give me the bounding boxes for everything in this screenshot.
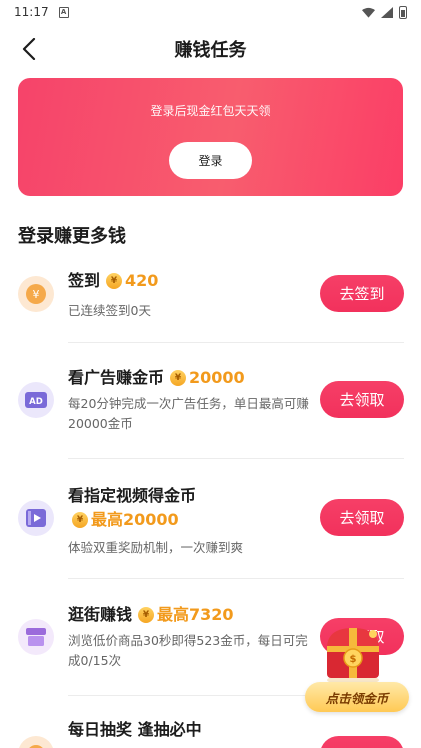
task-desc: 已连续签到0天 <box>68 303 151 318</box>
login-banner: 登录后现金红包天天领 登录 <box>18 78 403 196</box>
float-label: 点击领金币 <box>305 682 409 712</box>
header: 赚钱任务 <box>0 24 421 74</box>
task-icon-bg <box>18 500 54 536</box>
divider <box>68 578 404 579</box>
login-button[interactable]: 登录 <box>169 142 252 179</box>
task-item-lottery: 每日抽奖 逢抽必中 <box>18 718 404 748</box>
task-reward: 20000 <box>189 368 245 387</box>
task-title: 签到 <box>68 271 101 290</box>
status-time: 11:17 <box>14 5 49 19</box>
wifi-icon <box>362 7 375 18</box>
task-icon-bg <box>18 619 54 655</box>
task-reward: 最高7320 <box>157 605 234 624</box>
section-title: 登录赚更多钱 <box>18 226 126 247</box>
signal-icon <box>381 6 393 18</box>
task-title: 看指定视频得金币 <box>68 486 197 505</box>
signin-button[interactable]: 去签到 <box>320 275 404 312</box>
task-desc: 浏览低价商品30秒即得523金币，每日可完成0/15次 <box>68 633 308 668</box>
yuan-coin-icon: ¥ <box>26 284 46 304</box>
page-title: 赚钱任务 <box>174 40 247 61</box>
coin-icon: ¥ <box>170 370 187 386</box>
treasure-chest-icon: $ <box>327 628 379 685</box>
task-reward: 最高20000 <box>91 510 179 529</box>
video-claim-button[interactable]: 去领取 <box>320 499 404 536</box>
chevron-left-icon <box>22 38 36 60</box>
ads-claim-button[interactable]: 去领取 <box>320 381 404 418</box>
banner-text: 登录后现金红包天天领 <box>150 104 271 118</box>
task-desc: 体验双重奖励机制，一次赚到爽 <box>68 540 244 555</box>
divider <box>68 342 404 343</box>
task-title: 看广告赚金币 <box>68 368 165 387</box>
svg-text:AD: AD <box>29 397 43 407</box>
svg-text:¥: ¥ <box>33 288 40 301</box>
task-item-ads: AD 看广告赚金币 ¥ 20000 每20分钟完成一次广告任务，单日最高可赚20… <box>18 366 404 446</box>
divider <box>68 458 404 459</box>
task-item-video: 看指定视频得金币 ¥ 最高20000 体验双重奖励机制，一次赚到爽 去领取 <box>18 484 404 564</box>
task-title: 每日抽奖 逢抽必中 <box>68 720 202 739</box>
ad-icon: AD <box>25 392 47 408</box>
lottery-icon <box>29 745 43 748</box>
back-button[interactable] <box>12 32 46 66</box>
coin-icon: ¥ <box>72 512 88 528</box>
float-claim-coins-button[interactable]: $ 点击领金币 <box>305 620 409 716</box>
lottery-button[interactable] <box>320 736 404 748</box>
svg-text:$: $ <box>350 654 357 665</box>
video-icon <box>26 509 46 527</box>
coin-icon: ¥ <box>106 273 123 289</box>
task-icon-bg: AD <box>18 382 54 418</box>
task-icon-bg <box>18 736 54 748</box>
task-item-signin: ¥ 签到 ¥ 420 已连续签到0天 去签到 <box>18 271 404 332</box>
task-title: 逛街赚钱 <box>68 605 133 624</box>
shop-icon <box>26 628 46 646</box>
task-reward: 420 <box>125 271 159 290</box>
task-icon-bg: ¥ <box>18 276 54 312</box>
task-desc: 每20分钟完成一次广告任务，单日最高可赚20000金币 <box>68 396 309 431</box>
status-bar: 11:17 A <box>0 0 421 24</box>
coin-icon: ¥ <box>138 607 155 623</box>
sim-icon: A <box>58 6 69 18</box>
battery-icon <box>399 5 407 19</box>
